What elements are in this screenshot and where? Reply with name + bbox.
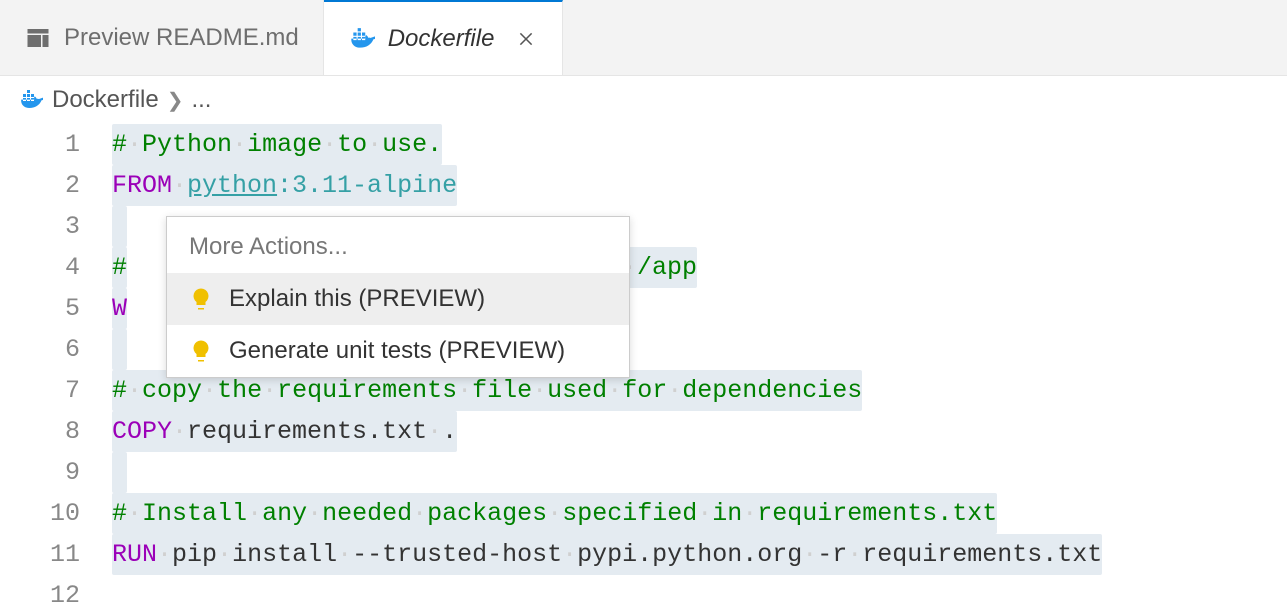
line-number: 11	[0, 534, 80, 575]
line-number: 3	[0, 206, 80, 247]
docker-icon	[18, 87, 44, 113]
line-number: 12	[0, 575, 80, 616]
code-token-keyword: COPY	[112, 417, 172, 446]
breadcrumb-file: Dockerfile	[52, 86, 159, 114]
close-icon	[517, 30, 535, 48]
tab-bar: Preview README.md Dockerfile	[0, 0, 1287, 76]
lightbulb-icon[interactable]	[124, 171, 146, 193]
menu-item-label: Generate unit tests (PREVIEW)	[229, 337, 565, 365]
code-token-comment: #·Install·any·needed·packages·specified·…	[112, 499, 997, 528]
tab-label: Preview README.md	[64, 24, 299, 52]
chevron-right-icon: ❯	[167, 88, 184, 113]
line-number: 6	[0, 329, 80, 370]
line-number: 8	[0, 411, 80, 452]
menu-item-explain[interactable]: Explain this (PREVIEW)	[167, 273, 629, 325]
code-line[interactable]	[112, 452, 1287, 493]
code-line[interactable]: RUN·pip·install·--trusted-host·pypi.pyth…	[112, 534, 1287, 575]
code-token-text: requirements.txt·.	[187, 417, 457, 446]
line-number: 9	[0, 452, 80, 493]
code-line[interactable]	[112, 575, 1287, 616]
code-token-tag: :3.11-alpine	[277, 171, 457, 200]
code-token-image: python	[187, 171, 277, 200]
lightbulb-icon	[189, 287, 213, 311]
code-line[interactable]: #·Python·image·to·use.	[112, 124, 1287, 165]
menu-item-generate-tests[interactable]: Generate unit tests (PREVIEW)	[167, 325, 629, 377]
code-token-comment: #·Python·image·to·use.	[112, 130, 442, 159]
tab-dockerfile[interactable]: Dockerfile	[324, 0, 564, 75]
tab-close-button[interactable]	[514, 27, 538, 51]
breadcrumb-segment: ...	[191, 86, 211, 114]
code-line[interactable]: #·Install·any·needed·packages·specified·…	[112, 493, 1287, 534]
line-number: 4	[0, 247, 80, 288]
tab-label: Dockerfile	[388, 25, 495, 53]
breadcrumb[interactable]: Dockerfile ❯ ...	[0, 76, 1287, 124]
line-number: 7	[0, 370, 80, 411]
line-gutter: 1 2 3 4 5 6 7 8 9 10 11 12	[0, 124, 112, 616]
code-actions-menu: More Actions... Explain this (PREVIEW) G…	[166, 216, 630, 378]
code-token-keyword: RUN	[112, 540, 157, 569]
menu-item-label: Explain this (PREVIEW)	[229, 285, 485, 313]
code-token-comment: #·copy·the·requirements·file·used·for·de…	[112, 376, 862, 405]
line-number: 1	[0, 124, 80, 165]
lightbulb-icon	[189, 339, 213, 363]
preview-icon	[24, 24, 52, 52]
code-line[interactable]: COPY·requirements.txt·.	[112, 411, 1287, 452]
line-number: 2	[0, 165, 80, 206]
tab-preview-readme[interactable]: Preview README.md	[0, 0, 324, 75]
menu-title: More Actions...	[167, 217, 629, 273]
code-line[interactable]: FROM·python:3.11-alpine	[112, 165, 1287, 206]
code-token-text: pip·install·--trusted-host·pypi.python.o…	[172, 540, 1102, 569]
line-number: 10	[0, 493, 80, 534]
docker-icon	[348, 25, 376, 53]
line-number: 5	[0, 288, 80, 329]
code-token-keyword: W	[112, 294, 127, 323]
